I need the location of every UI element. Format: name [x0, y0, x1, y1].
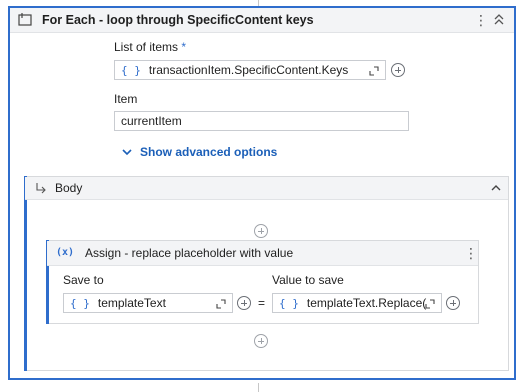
bottom-connector-line	[258, 383, 259, 392]
body-header[interactable]: Body	[25, 177, 508, 200]
value-expand-icon[interactable]	[425, 299, 435, 309]
save-to-expand-icon[interactable]	[216, 299, 226, 309]
save-to-value: templateText	[97, 296, 166, 310]
list-of-items-field[interactable]: { } transactionItem.SpecificContent.Keys	[114, 60, 386, 80]
required-marker: *	[181, 40, 187, 54]
save-to-braces-icon: { }	[70, 296, 90, 310]
chevron-up-icon[interactable]	[490, 183, 502, 193]
value-to-save-field[interactable]: { } templateText.Replace(	[272, 293, 442, 313]
save-to-label: Save to	[63, 273, 104, 287]
add-activity-top-icon[interactable]	[254, 224, 268, 238]
kebab-menu-icon[interactable]: ⋮	[474, 11, 488, 29]
foreach-title: For Each - loop through SpecificContent …	[42, 13, 314, 27]
expand-editor-icon[interactable]	[369, 66, 379, 76]
value-braces-icon: { }	[279, 296, 299, 310]
foreach-activity[interactable]: For Each - loop through SpecificContent …	[8, 6, 516, 380]
show-advanced-options-link[interactable]: Show advanced options	[122, 145, 277, 159]
equals-sign: =	[258, 296, 266, 310]
list-of-items-label: List of items *	[114, 40, 187, 54]
item-field[interactable]: currentItem	[114, 111, 409, 131]
return-arrow-icon	[36, 183, 46, 194]
add-circle-icon[interactable]	[391, 63, 405, 77]
body-title: Body	[55, 181, 83, 195]
foreach-header[interactable]: For Each - loop through SpecificContent …	[10, 8, 514, 33]
body-accent-bar	[24, 176, 27, 371]
save-to-field[interactable]: { } templateText	[63, 293, 233, 313]
assign-header[interactable]: (x) Assign - replace placeholder with va…	[47, 241, 478, 266]
item-value: currentItem	[121, 114, 182, 128]
assign-title: Assign - replace placeholder with value	[85, 246, 294, 260]
variable-icon: (x)	[56, 247, 75, 258]
assign-activity[interactable]: (x) Assign - replace placeholder with va…	[46, 240, 479, 324]
add-activity-bottom-icon[interactable]	[254, 334, 268, 348]
advanced-options-label: Show advanced options	[140, 145, 278, 159]
save-to-add-icon[interactable]	[237, 296, 251, 310]
assign-kebab-menu-icon[interactable]: ⋮	[464, 244, 478, 262]
body-container[interactable]: Body (x) Assign - replace placeholder wi…	[24, 176, 509, 371]
list-of-items-value: transactionItem.SpecificContent.Keys	[148, 63, 349, 77]
expression-braces-icon: { }	[121, 63, 141, 77]
sequence-icon	[18, 13, 32, 26]
chevron-down-icon	[122, 149, 132, 156]
item-label: Item	[114, 92, 138, 106]
value-to-save-label: Value to save	[272, 273, 344, 287]
collapse-all-icon[interactable]	[492, 11, 506, 29]
value-add-icon[interactable]	[446, 296, 460, 310]
value-to-save-value: templateText.Replace(	[306, 296, 427, 310]
